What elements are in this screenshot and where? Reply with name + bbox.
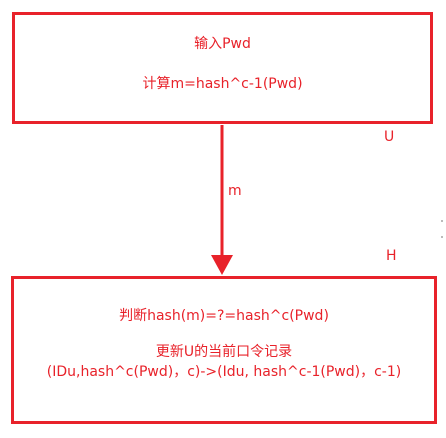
user-step-input-pwd: 输入Pwd [194,36,251,52]
server-label: H [386,248,397,264]
user-box: 输入Pwd 计算m=hash^c-1(Pwd) [12,12,433,124]
user-step-compute-m: 计算m=hash^c-1(Pwd) [142,76,303,92]
arrow-head [211,255,233,275]
server-record-transition: (IDu,hash^c(Pwd)，c)->(Idu, hash^c-1(Pwd)… [46,364,402,380]
edge-mark [441,220,443,222]
message-label: m [228,183,242,199]
user-label: U [384,129,395,145]
edge-mark [441,236,443,238]
server-step-update-record: 更新U的当前口令记录 [155,344,293,360]
server-step-verify-hash: 判断hash(m)=?=hash^c(Pwd) [119,308,329,324]
server-box: 判断hash(m)=?=hash^c(Pwd) 更新U的当前口令记录 (IDu,… [11,276,437,424]
